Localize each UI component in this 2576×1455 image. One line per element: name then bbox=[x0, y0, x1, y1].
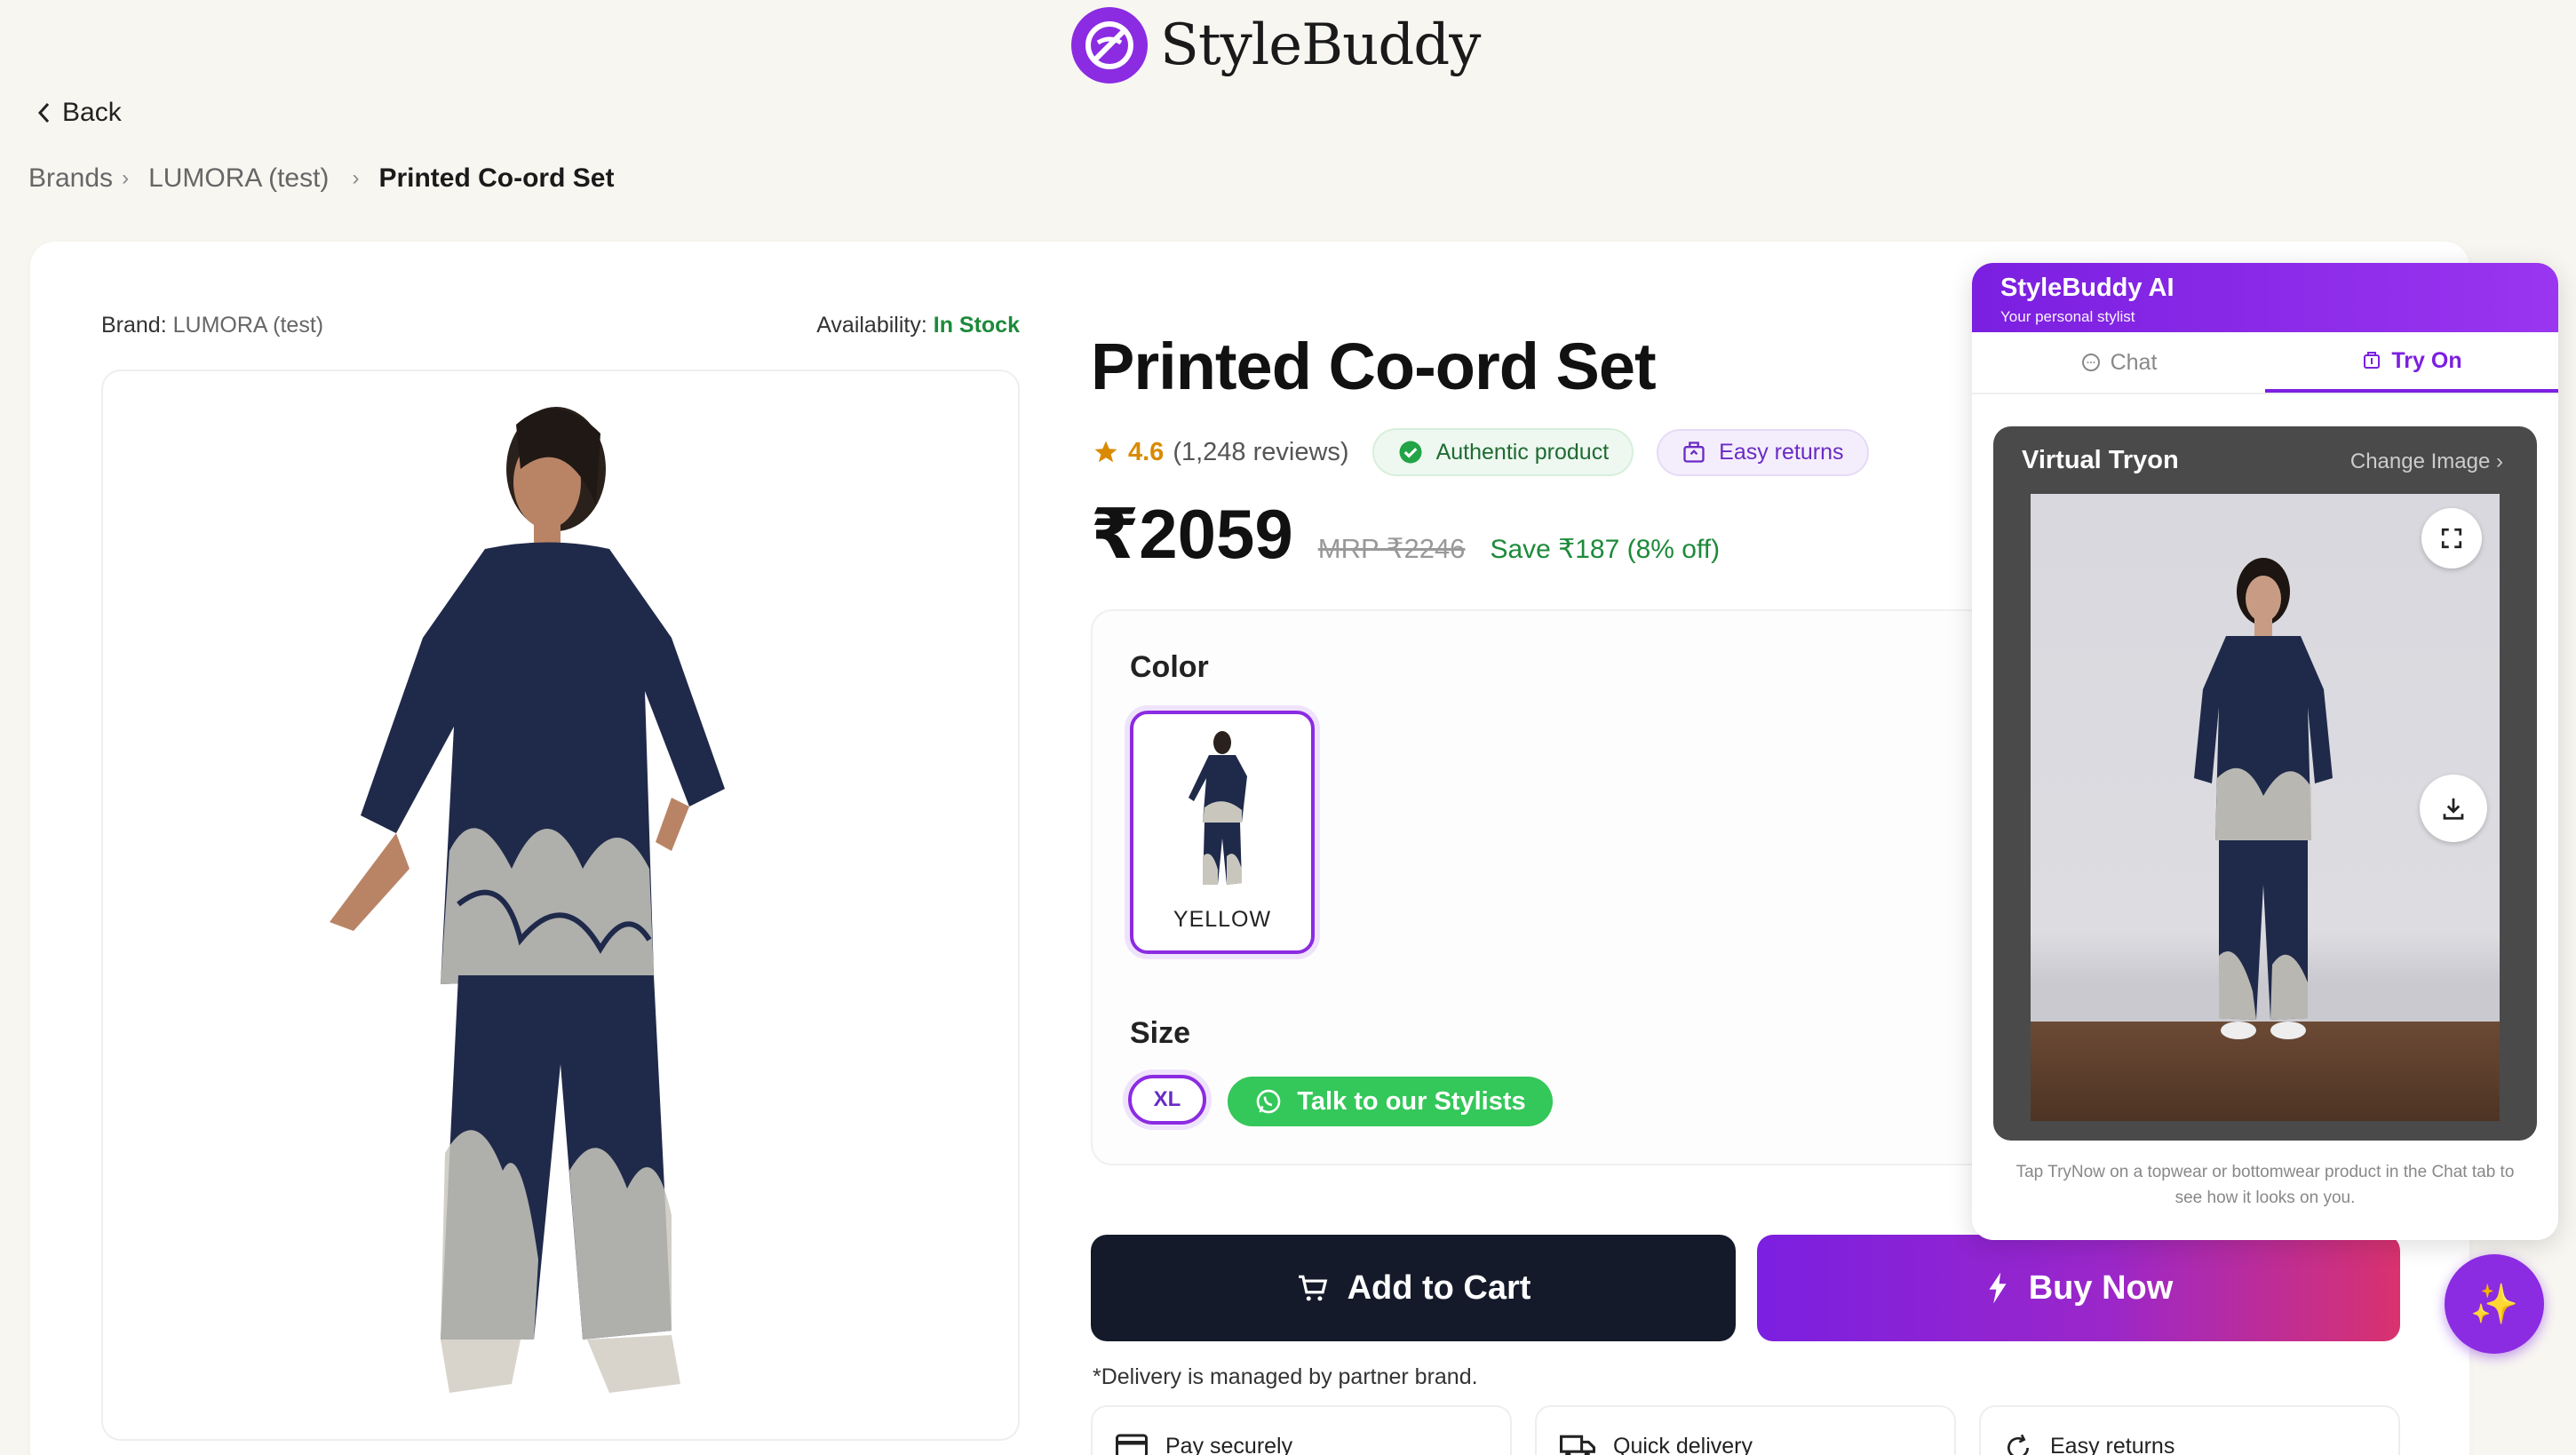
feature-easy-returns: Easy returns bbox=[1979, 1405, 2400, 1455]
back-button[interactable]: Back bbox=[36, 98, 122, 128]
change-image-label: Change Image bbox=[2349, 449, 2491, 473]
add-to-cart-button[interactable]: Add to Cart bbox=[1091, 1235, 1736, 1341]
breadcrumb-brand[interactable]: LUMORA (test) bbox=[148, 163, 329, 194]
chevron-left-icon bbox=[37, 102, 50, 123]
ai-panel-title: StyleBuddy AI bbox=[2000, 274, 2174, 302]
feature-label: Pay securely bbox=[1165, 1434, 1293, 1455]
breadcrumb-brands[interactable]: Brands bbox=[28, 163, 113, 194]
easy-returns-label: Easy returns bbox=[1719, 439, 1844, 465]
talk-to-stylists-label: Talk to our Stylists bbox=[1297, 1086, 1526, 1116]
tryon-hint: Tap TryNow on a topwear or bottomwear pr… bbox=[2015, 1163, 2515, 1207]
product-meta-row: Brand: LUMORA (test) Availability: In St… bbox=[101, 313, 1020, 338]
stylebuddy-ai-panel: StyleBuddy AI Your personal stylist Chat… bbox=[1972, 263, 2558, 1240]
size-option-xl[interactable]: XL bbox=[1128, 1075, 1206, 1125]
price: ₹2059 bbox=[1091, 495, 1293, 573]
add-to-cart-label: Add to Cart bbox=[1347, 1268, 1531, 1307]
easy-returns-badge: Easy returns bbox=[1657, 428, 1869, 476]
chat-bubble-icon bbox=[2081, 354, 2100, 371]
rating-value: 4.6 bbox=[1128, 437, 1165, 466]
talk-to-stylists-button[interactable]: Talk to our Stylists bbox=[1228, 1077, 1553, 1126]
feature-label: Easy returns bbox=[2050, 1434, 2175, 1455]
availability-info: Availability: In Stock bbox=[816, 313, 1020, 338]
verified-check-icon bbox=[1399, 441, 1422, 464]
truck-icon bbox=[1560, 1435, 1595, 1455]
fullscreen-button[interactable] bbox=[2421, 508, 2482, 568]
chevron-right-icon: › bbox=[352, 166, 360, 190]
tab-chat-label: Chat bbox=[2110, 349, 2158, 375]
chevron-right-icon: › bbox=[122, 166, 130, 190]
savings: Save ₹187 (8% off) bbox=[1490, 535, 1721, 564]
back-label: Back bbox=[62, 98, 122, 127]
ai-assistant-fab[interactable]: ✨ bbox=[2445, 1254, 2544, 1354]
virtual-tryon-card: Virtual Tryon Change Image › bbox=[1993, 426, 2537, 1141]
ai-panel-tabs: Chat Try On bbox=[1972, 332, 2558, 394]
cart-icon bbox=[1298, 1275, 1327, 1301]
brand-label: Brand: bbox=[101, 313, 167, 338]
product-model-photo bbox=[330, 407, 725, 1393]
download-icon bbox=[2443, 798, 2464, 820]
lightning-icon bbox=[1989, 1272, 2007, 1304]
availability-label: Availability: bbox=[816, 313, 927, 338]
mrp: MRP ₹2246 bbox=[1317, 533, 1466, 564]
color-heading: Color bbox=[1130, 650, 1209, 684]
download-button[interactable] bbox=[2420, 775, 2487, 842]
whatsapp-icon bbox=[1257, 1089, 1281, 1114]
change-image-button[interactable]: Change Image › bbox=[2350, 449, 2503, 474]
brand-info: Brand: LUMORA (test) bbox=[101, 313, 323, 338]
buy-now-label: Buy Now bbox=[2028, 1268, 2174, 1307]
color-swatch-yellow[interactable]: YELLOW bbox=[1130, 711, 1315, 954]
rating[interactable]: 4.6 (1,248 reviews) bbox=[1093, 438, 1349, 467]
shirt-icon bbox=[2364, 352, 2381, 369]
authentic-label: Authentic product bbox=[1435, 439, 1610, 465]
feature-quick-delivery: Quick delivery bbox=[1535, 1405, 1956, 1455]
ai-panel-subtitle: Your personal stylist bbox=[2000, 308, 2135, 325]
price-row: ₹2059 MRP ₹2246 Save ₹187 (8% off) bbox=[1091, 494, 1720, 575]
tab-try-on-label: Try On bbox=[2391, 347, 2462, 373]
brand-value: LUMORA (test) bbox=[172, 313, 324, 338]
expand-icon bbox=[2441, 528, 2462, 549]
breadcrumb-current: Printed Co-ord Set bbox=[378, 163, 615, 193]
color-swatch-label: YELLOW bbox=[1173, 907, 1272, 932]
delivery-note: *Delivery is managed by partner brand. bbox=[1093, 1364, 1478, 1389]
breadcrumb: Brands › LUMORA (test) › Printed Co-ord … bbox=[28, 163, 614, 194]
ai-panel-header: StyleBuddy AI Your personal stylist bbox=[1972, 263, 2558, 332]
refresh-icon bbox=[2008, 1434, 2029, 1455]
tab-chat[interactable]: Chat bbox=[1972, 332, 2265, 393]
logo-text: StyleBuddy bbox=[1160, 12, 1481, 78]
star-icon bbox=[1094, 441, 1117, 463]
rating-row: 4.6 (1,248 reviews) Authentic product Ea… bbox=[1093, 428, 1869, 476]
size-heading: Size bbox=[1130, 1016, 1191, 1050]
availability-value: In Stock bbox=[933, 313, 1020, 338]
tab-try-on[interactable]: Try On bbox=[2265, 332, 2558, 393]
tryon-result-image bbox=[2031, 494, 2500, 1121]
feature-pay-securely: Pay securely bbox=[1091, 1405, 1512, 1455]
logo-mark-icon bbox=[1071, 7, 1148, 83]
product-title: Printed Co-ord Set bbox=[1091, 330, 1657, 403]
swatch-thumbnail bbox=[1189, 731, 1247, 885]
virtual-tryon-title: Virtual Tryon bbox=[2022, 446, 2179, 474]
review-count: (1,248 reviews) bbox=[1173, 437, 1349, 466]
product-image[interactable] bbox=[101, 370, 1020, 1441]
feature-label: Quick delivery bbox=[1613, 1434, 1753, 1455]
sparkles-icon: ✨ bbox=[2469, 1283, 2519, 1326]
card-icon bbox=[1116, 1434, 1148, 1455]
stylebuddy-logo[interactable]: StyleBuddy bbox=[1071, 7, 1481, 83]
chevron-right-icon: › bbox=[2496, 449, 2503, 473]
return-box-icon bbox=[1683, 441, 1705, 463]
buy-now-button[interactable]: Buy Now bbox=[1757, 1235, 2400, 1341]
authentic-badge: Authentic product bbox=[1371, 428, 1634, 476]
